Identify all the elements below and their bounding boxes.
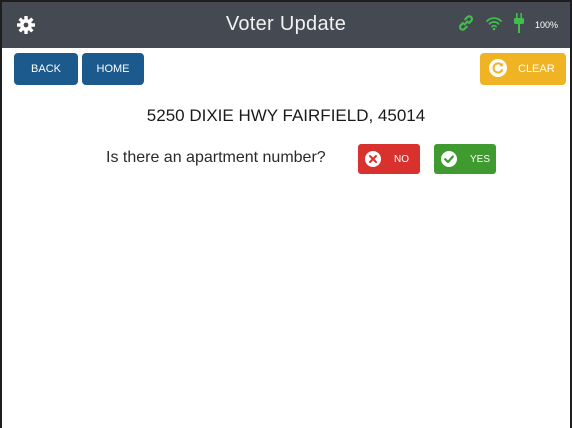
apartment-question: Is there an apartment number? xyxy=(106,149,326,166)
address-text: 5250 DIXIE HWY FAIRFIELD, 45014 xyxy=(146,106,426,125)
home-button[interactable]: HOME xyxy=(82,53,144,85)
clear-button[interactable]: CLEAR xyxy=(480,53,566,85)
yes-button[interactable]: YES xyxy=(434,144,496,174)
yes-button-label: YES xyxy=(470,153,491,165)
wifi-icon xyxy=(485,15,503,36)
status-bar: 100% xyxy=(457,12,558,38)
link-icon xyxy=(457,14,475,37)
title-bar: Voter Update 100% xyxy=(2,2,570,48)
gear-icon[interactable] xyxy=(16,15,36,35)
power-plug-icon xyxy=(513,12,525,38)
check-circle-icon xyxy=(440,150,458,168)
back-button[interactable]: BACK xyxy=(14,53,78,85)
toolbar: BACK HOME CLEAR xyxy=(2,48,570,92)
no-button-label: NO xyxy=(394,153,409,165)
app-window: Voter Update 100% BACK HOME CLEAR 5250 D… xyxy=(0,0,572,428)
apartment-question-row: Is there an apartment number? NO YES xyxy=(2,144,570,174)
battery-percent: 100% xyxy=(534,20,558,30)
clear-button-label: CLEAR xyxy=(518,63,555,75)
no-button[interactable]: NO xyxy=(358,144,420,174)
x-circle-icon xyxy=(364,150,382,168)
refresh-icon xyxy=(488,58,508,81)
